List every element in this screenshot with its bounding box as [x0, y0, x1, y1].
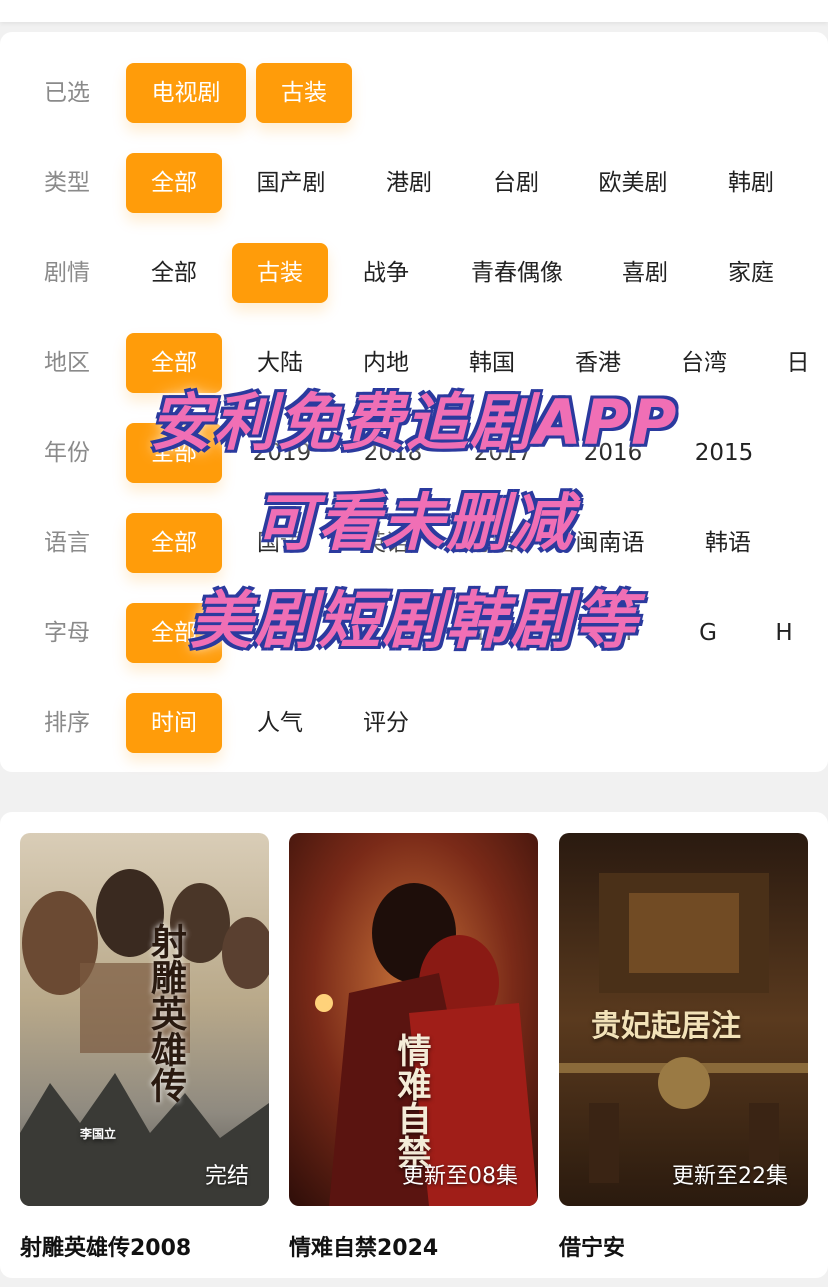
filter-row-year: 年份 全部 2019 2018 2017 2016 2015 — [0, 423, 828, 483]
show-poster[interactable]: 贵妃起居注 更新至22集 — [559, 833, 808, 1206]
sort-chip-rating[interactable]: 评分 — [338, 693, 434, 753]
filter-row-type: 类型 全部 国产剧 港剧 台剧 欧美剧 韩剧 — [0, 153, 828, 213]
filter-row-letter: 字母 全部 A B C D E F G H — [0, 603, 828, 663]
filter-row-sort: 排序 时间 人气 评分 — [0, 693, 828, 753]
filter-label: 剧情 — [44, 260, 90, 286]
filter-chip-all[interactable]: 全部 — [126, 603, 222, 663]
filter-chip[interactable]: 2018 — [345, 423, 441, 483]
filter-chip-tv[interactable]: 电视剧 — [126, 63, 246, 123]
filter-chip[interactable]: 韩国 — [444, 333, 540, 393]
episode-badge: 更新至08集 — [402, 1164, 518, 1189]
filter-label: 年份 — [44, 440, 90, 466]
show-poster[interactable]: 射雕英雄传 李国立 完结 — [20, 833, 269, 1206]
poster-calligraphy: 情难自禁 — [391, 1033, 431, 1169]
filter-label: 排序 — [44, 710, 90, 736]
filter-chip[interactable]: 内地 — [338, 333, 434, 393]
sort-chip-time[interactable]: 时间 — [126, 693, 222, 753]
filter-chip-all[interactable]: 全部 — [126, 333, 222, 393]
filter-chip-all[interactable]: 全部 — [126, 513, 222, 573]
filter-chip[interactable]: 战争 — [338, 243, 434, 303]
episode-badge: 完结 — [204, 1164, 249, 1189]
filter-label: 语言 — [44, 530, 90, 556]
poster-calligraphy: 射雕英雄传 — [145, 923, 187, 1103]
filter-label: 类型 — [44, 170, 90, 196]
filter-chip[interactable]: 2017 — [455, 423, 551, 483]
top-bar — [0, 0, 828, 22]
filter-panel: 已选 电视剧 古装 类型 全部 国产剧 港剧 台剧 欧美剧 韩剧 剧情 全部 古… — [0, 32, 828, 772]
filter-row-plot: 剧情 全部 古装 战争 青春偶像 喜剧 家庭 — [0, 243, 828, 303]
filter-chip[interactable]: 韩语 — [680, 513, 776, 573]
filter-chip[interactable]: B — [318, 603, 358, 663]
filter-chip[interactable]: E — [540, 603, 580, 663]
filter-chip[interactable]: 台剧 — [468, 153, 564, 213]
filter-chip[interactable]: 欧美剧 — [585, 153, 681, 213]
filter-chip[interactable]: 全部 — [126, 243, 222, 303]
filter-row-region: 地区 全部 大陆 内地 韩国 香港 台湾 日 — [0, 333, 828, 393]
show-poster[interactable]: 情难自禁 更新至08集 — [289, 833, 538, 1206]
filter-chip[interactable]: 国语 — [232, 513, 328, 573]
show-title[interactable]: 射雕英雄传2008 — [20, 1230, 191, 1262]
filter-chip[interactable]: 2015 — [676, 423, 772, 483]
filter-chip[interactable]: 大陆 — [232, 333, 328, 393]
filter-chip-costume[interactable]: 古装 — [256, 63, 352, 123]
poster-credit: 李国立 — [80, 1127, 117, 1141]
filter-chip[interactable]: 粤语 — [444, 513, 540, 573]
filter-label: 已选 — [44, 80, 90, 106]
filter-chip[interactable]: H — [764, 603, 804, 663]
episode-badge: 更新至22集 — [672, 1164, 788, 1189]
filter-chip[interactable]: A — [244, 603, 284, 663]
poster-calligraphy: 贵妃起居注 — [591, 1009, 741, 1044]
filter-chip[interactable]: 青春偶像 — [455, 243, 579, 303]
sort-chip-popularity[interactable]: 人气 — [232, 693, 328, 753]
filter-chip[interactable]: 闽南语 — [562, 513, 658, 573]
filter-chip[interactable]: G — [688, 603, 728, 663]
filter-chip-all[interactable]: 全部 — [126, 153, 222, 213]
show-list: 射雕英雄传 李国立 完结 射雕英雄传2008 情难自禁 更新至08集 情难自禁2… — [0, 812, 828, 1278]
filter-row-language: 语言 全部 国语 英语 粤语 闽南语 韩语 — [0, 513, 828, 573]
show-title[interactable]: 借宁安 — [559, 1230, 625, 1262]
filter-label: 地区 — [44, 350, 90, 376]
filter-chip[interactable]: C — [392, 603, 432, 663]
filter-chip[interactable]: 英语 — [338, 513, 434, 573]
filter-chip[interactable]: 韩剧 — [703, 153, 799, 213]
filter-chip[interactable]: D — [466, 603, 506, 663]
filter-row-selected: 已选 电视剧 古装 — [0, 63, 828, 123]
filter-chip[interactable]: 喜剧 — [597, 243, 693, 303]
filter-chip[interactable]: 家庭 — [703, 243, 799, 303]
show-title[interactable]: 情难自禁2024 — [289, 1230, 438, 1262]
filter-chip-costume[interactable]: 古装 — [232, 243, 328, 303]
filter-chip[interactable]: 港剧 — [361, 153, 457, 213]
filter-label: 字母 — [44, 620, 90, 646]
filter-chip-all[interactable]: 全部 — [126, 423, 222, 483]
filter-chip[interactable]: 2016 — [565, 423, 661, 483]
filter-chip[interactable]: 国产剧 — [243, 153, 339, 213]
filter-chip[interactable]: 香港 — [550, 333, 646, 393]
filter-chip[interactable]: F — [612, 603, 652, 663]
filter-chip[interactable]: 台湾 — [656, 333, 752, 393]
filter-chip[interactable]: 2019 — [234, 423, 330, 483]
filter-chip[interactable]: 日 — [786, 333, 810, 393]
